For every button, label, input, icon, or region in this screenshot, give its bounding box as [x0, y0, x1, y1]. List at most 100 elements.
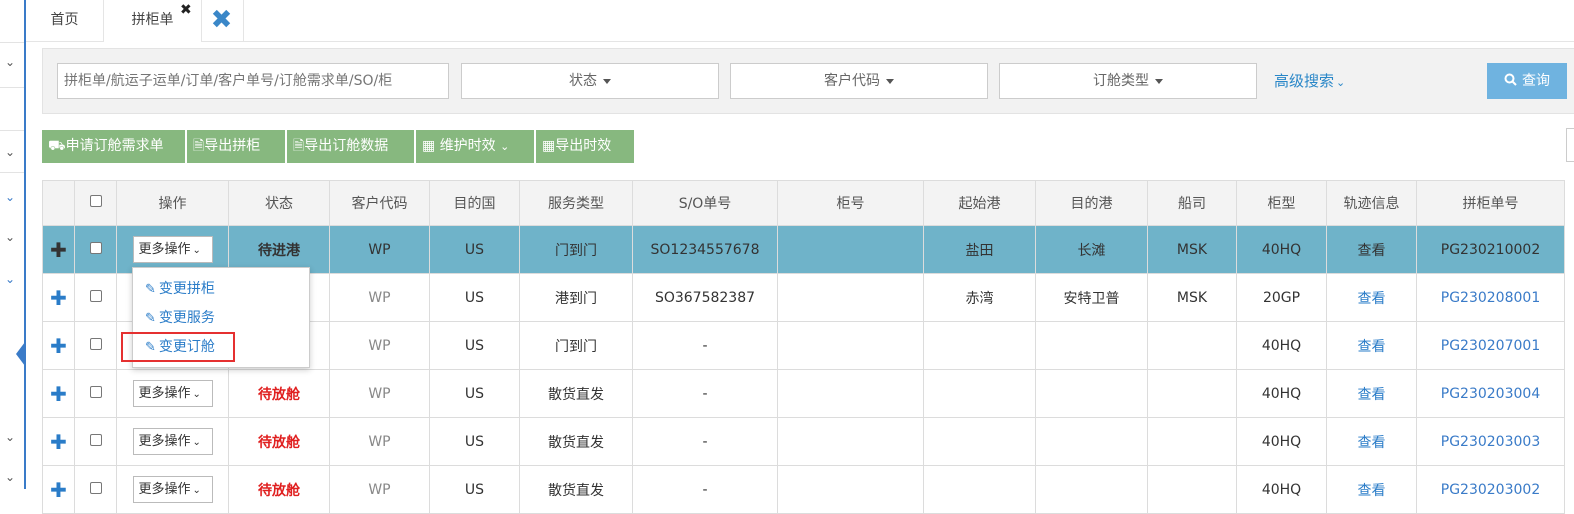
- chevron-down-icon[interactable]: ⌄: [3, 430, 17, 444]
- chevron-down-icon[interactable]: ⌄: [3, 272, 17, 286]
- chevron-down-icon[interactable]: ⌄: [3, 55, 17, 69]
- expand-row-button[interactable]: ✚: [42, 465, 75, 514]
- header-cell: 船司: [1147, 180, 1237, 226]
- caret-down-icon: [1155, 78, 1163, 84]
- customer-code-cell: WP: [329, 273, 430, 322]
- track-link[interactable]: 查看: [1326, 465, 1417, 514]
- so-number-cell: SO1234557678: [632, 225, 778, 274]
- track-link[interactable]: 查看: [1326, 417, 1417, 466]
- container-number-cell: [777, 417, 924, 466]
- search-input[interactable]: [57, 63, 449, 99]
- row-select-cell[interactable]: [74, 321, 117, 370]
- export-timeliness-button[interactable]: ▦导出时效: [536, 130, 635, 163]
- close-all-tabs-icon[interactable]: ✖: [200, 0, 244, 42]
- export-booking-data-button[interactable]: 🗎导出订舱数据: [287, 130, 415, 163]
- row-select-cell[interactable]: [74, 273, 117, 322]
- header-cell: S/O单号: [632, 180, 778, 226]
- more-actions-button[interactable]: 更多操作 ⌄: [132, 380, 213, 407]
- header-cell: 目的国: [429, 180, 520, 226]
- track-link[interactable]: 查看: [1326, 321, 1417, 370]
- toolbar-right-control[interactable]: [1566, 128, 1574, 162]
- more-actions-button[interactable]: 更多操作 ⌄: [132, 476, 213, 503]
- row-checkbox[interactable]: [89, 337, 102, 350]
- table-row[interactable]: ✚ 更多操作 ⌄ 待放舱 WP US 散货直发 - 40HQ 查看 PG230203002: [42, 465, 1565, 514]
- expand-row-button[interactable]: ✚: [42, 321, 75, 370]
- chevron-down-icon[interactable]: ⌄: [3, 230, 17, 244]
- chevron-down-icon[interactable]: ⌄: [3, 145, 17, 159]
- row-checkbox[interactable]: [89, 481, 102, 494]
- expand-row-button[interactable]: ✚: [42, 273, 75, 322]
- consolidation-number-link[interactable]: PG230203002: [1416, 465, 1565, 514]
- left-sidebar-strip: ⌄ ⌄ ⌄ ⌄ ⌄ ⌄ ⌄: [0, 0, 26, 489]
- expand-row-button[interactable]: ✚: [42, 369, 75, 418]
- customer-code-label: 客户代码: [824, 73, 880, 89]
- advanced-search-label: 高级搜索: [1274, 72, 1335, 90]
- status-dropdown[interactable]: 状态: [461, 63, 719, 99]
- chevron-down-icon: ⌄: [192, 389, 201, 400]
- menu-item-change-service[interactable]: ✎ 变更服务: [145, 307, 215, 329]
- row-select-cell[interactable]: [74, 465, 117, 514]
- expand-row-button[interactable]: ✚: [42, 225, 75, 274]
- consolidation-number-link[interactable]: PG230210002: [1416, 225, 1565, 274]
- consolidation-number-link[interactable]: PG230203003: [1416, 417, 1565, 466]
- chevron-down-icon[interactable]: ⌄: [3, 470, 17, 484]
- customer-code-dropdown[interactable]: 客户代码: [730, 63, 988, 99]
- query-button[interactable]: 查询: [1487, 63, 1567, 99]
- row-checkbox[interactable]: [89, 289, 102, 302]
- header-cell: 操作: [116, 180, 229, 226]
- apply-booking-button[interactable]: ⛟申请订舱需求单: [42, 130, 186, 163]
- row-select-cell[interactable]: [74, 417, 117, 466]
- export-consolidation-button[interactable]: 🗎导出拼柜: [187, 130, 286, 163]
- service-type-cell: 散货直发: [519, 417, 633, 466]
- origin-port-cell: [923, 321, 1036, 370]
- expand-row-button[interactable]: ✚: [42, 417, 75, 466]
- more-actions-button[interactable]: 更多操作 ⌄: [132, 236, 213, 263]
- plus-icon: ✚: [50, 429, 67, 454]
- consolidation-number-link[interactable]: PG230207001: [1416, 321, 1565, 370]
- consolidation-number-link[interactable]: PG230208001: [1416, 273, 1565, 322]
- plus-icon: ✚: [50, 237, 67, 262]
- container-number-cell: [777, 369, 924, 418]
- track-link[interactable]: 查看: [1326, 369, 1417, 418]
- origin-port-cell: [923, 465, 1036, 514]
- menu-item-change-consolidation[interactable]: ✎ 变更拼柜: [145, 278, 215, 300]
- table-row[interactable]: ✚ 更多操作 ⌄ 待放舱 WP US 散货直发 - 40HQ 查看 PG230203004: [42, 369, 1565, 418]
- status-label: 状态: [569, 73, 597, 89]
- highlight-box: [121, 332, 235, 362]
- table-row[interactable]: ✚ 更多操作 ⌄ 待放舱 WP US 散货直发 - 40HQ 查看 PG230203003: [42, 417, 1565, 466]
- more-actions-button[interactable]: 更多操作 ⌄: [132, 428, 213, 455]
- tab-home[interactable]: 首页: [26, 0, 104, 42]
- advanced-search-link[interactable]: 高级搜索 ⌄: [1274, 63, 1345, 99]
- search-icon: [1504, 73, 1517, 86]
- country-cell: US: [429, 465, 520, 514]
- carrier-cell: MSK: [1147, 225, 1237, 274]
- carrier-cell: [1147, 369, 1237, 418]
- chevron-down-icon[interactable]: ⌄: [3, 190, 17, 204]
- track-link[interactable]: 查看: [1326, 225, 1417, 274]
- select-all-checkbox[interactable]: [89, 195, 102, 207]
- origin-port-cell: 盐田: [923, 225, 1036, 274]
- row-select-cell[interactable]: [74, 225, 117, 274]
- header-select-all[interactable]: [74, 180, 117, 226]
- edit-icon: ✎: [145, 282, 156, 297]
- row-checkbox[interactable]: [89, 433, 102, 446]
- row-checkbox[interactable]: [89, 241, 102, 254]
- header-cell: 轨迹信息: [1326, 180, 1417, 226]
- destination-port-cell: [1035, 321, 1148, 370]
- maintain-timeliness-button[interactable]: ▦ 维护时效 ⌄: [416, 130, 535, 163]
- consolidation-number-link[interactable]: PG230203004: [1416, 369, 1565, 418]
- caret-down-icon: [886, 78, 894, 84]
- operation-cell: 更多操作 ⌄: [116, 465, 229, 514]
- booking-type-dropdown[interactable]: 订舱类型: [999, 63, 1257, 99]
- country-cell: US: [429, 273, 520, 322]
- track-link[interactable]: 查看: [1326, 273, 1417, 322]
- so-number-cell: SO367582387: [632, 273, 778, 322]
- chevron-down-icon: ⌄: [192, 245, 201, 256]
- plus-icon: ✚: [50, 333, 67, 358]
- chevron-down-icon: ⌄: [1336, 76, 1346, 89]
- row-select-cell[interactable]: [74, 369, 117, 418]
- origin-port-cell: [923, 417, 1036, 466]
- close-icon[interactable]: ✖: [180, 2, 192, 18]
- status-cell: 待放舱: [228, 417, 330, 466]
- row-checkbox[interactable]: [89, 385, 102, 398]
